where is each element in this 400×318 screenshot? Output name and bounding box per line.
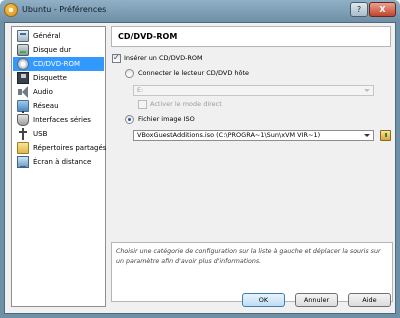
remote-display-icon	[17, 156, 29, 168]
sidebar-item-audio[interactable]: Audio	[13, 85, 104, 99]
sidebar-item-label: USB	[33, 130, 48, 138]
sidebar-item-remote-display[interactable]: Écran à distance	[13, 155, 104, 169]
sidebar-item-hard-disk[interactable]: Disque dur	[13, 43, 104, 57]
open-iso-folder-icon[interactable]	[380, 130, 391, 141]
host-drive-radio[interactable]	[125, 69, 134, 78]
sidebar-item-floppy[interactable]: Disquette	[13, 71, 104, 85]
window-title: Ubuntu - Préférences	[22, 5, 107, 14]
host-drive-label: Connecter le lecteur CD/DVD hôte	[138, 69, 250, 77]
network-icon	[17, 100, 29, 113]
floppy-icon	[17, 72, 29, 84]
sidebar-item-label: Audio	[33, 88, 53, 96]
host-drive-select-value: E:	[137, 86, 144, 94]
usb-icon	[17, 128, 29, 140]
iso-image-radio[interactable]	[125, 115, 134, 124]
chevron-down-icon	[364, 89, 370, 92]
info-text: Choisir une catégorie de configuration s…	[116, 248, 381, 265]
title-help-button[interactable]: ?	[350, 2, 368, 17]
shared-folders-icon	[17, 142, 29, 154]
cancel-button[interactable]: Annuler	[295, 293, 338, 307]
iso-image-label: Fichier image ISO	[138, 115, 195, 123]
close-window-button[interactable]: X	[369, 2, 396, 17]
iso-image-select-value: VBoxGuestAdditions.iso (C:\PROGRA~1\Sun\…	[137, 131, 321, 139]
sidebar-item-label: CD/DVD-ROM	[33, 60, 81, 68]
cd-dvd-icon	[17, 58, 29, 70]
hard-disk-icon	[17, 44, 29, 56]
section-title: CD/DVD-ROM	[118, 32, 178, 41]
preferences-window: Ubuntu - Préférences ? X Général Disque …	[0, 0, 400, 318]
section-header: CD/DVD-ROM	[111, 26, 391, 47]
sidebar-item-label: Disquette	[33, 74, 67, 82]
host-drive-select[interactable]: E:	[133, 85, 374, 96]
mount-cd-label: Insérer un CD/DVD-ROM	[124, 54, 203, 62]
help-button[interactable]: Aide	[348, 293, 391, 307]
passthrough-checkbox[interactable]	[138, 100, 147, 109]
sidebar-item-serial-ports[interactable]: Interfaces séries	[13, 113, 104, 127]
serial-port-icon	[17, 114, 29, 126]
general-icon	[17, 30, 29, 42]
iso-image-select[interactable]: VBoxGuestAdditions.iso (C:\PROGRA~1\Sun\…	[133, 130, 374, 141]
title-bar[interactable]: Ubuntu - Préférences ? X	[0, 0, 400, 22]
sidebar-item-shared-folders[interactable]: Répertoires partagés	[13, 141, 107, 155]
ok-button[interactable]: OK	[242, 293, 285, 307]
sidebar-item-usb[interactable]: USB	[13, 127, 104, 141]
passthrough-label: Activer le mode direct	[150, 100, 222, 108]
sidebar-item-general[interactable]: Général	[13, 29, 104, 43]
sidebar-item-cd-dvd[interactable]: CD/DVD-ROM	[13, 57, 104, 71]
settings-category-list: Général Disque dur CD/DVD-ROM Disquette …	[11, 26, 106, 307]
sidebar-item-label: Disque dur	[33, 46, 72, 54]
sidebar-item-label: Interfaces séries	[33, 116, 91, 124]
virtualbox-app-icon	[4, 3, 18, 17]
sidebar-item-label: Répertoires partagés	[33, 144, 107, 152]
mount-cd-checkbox[interactable]	[112, 53, 121, 63]
audio-icon	[17, 86, 29, 98]
sidebar-item-network[interactable]: Réseau	[13, 99, 104, 113]
chevron-down-icon	[364, 134, 370, 137]
sidebar-item-label: Écran à distance	[33, 158, 92, 166]
sidebar-item-label: Général	[33, 32, 61, 40]
dialog-client-area: Général Disque dur CD/DVD-ROM Disquette …	[4, 22, 396, 314]
sidebar-item-label: Réseau	[33, 102, 59, 110]
